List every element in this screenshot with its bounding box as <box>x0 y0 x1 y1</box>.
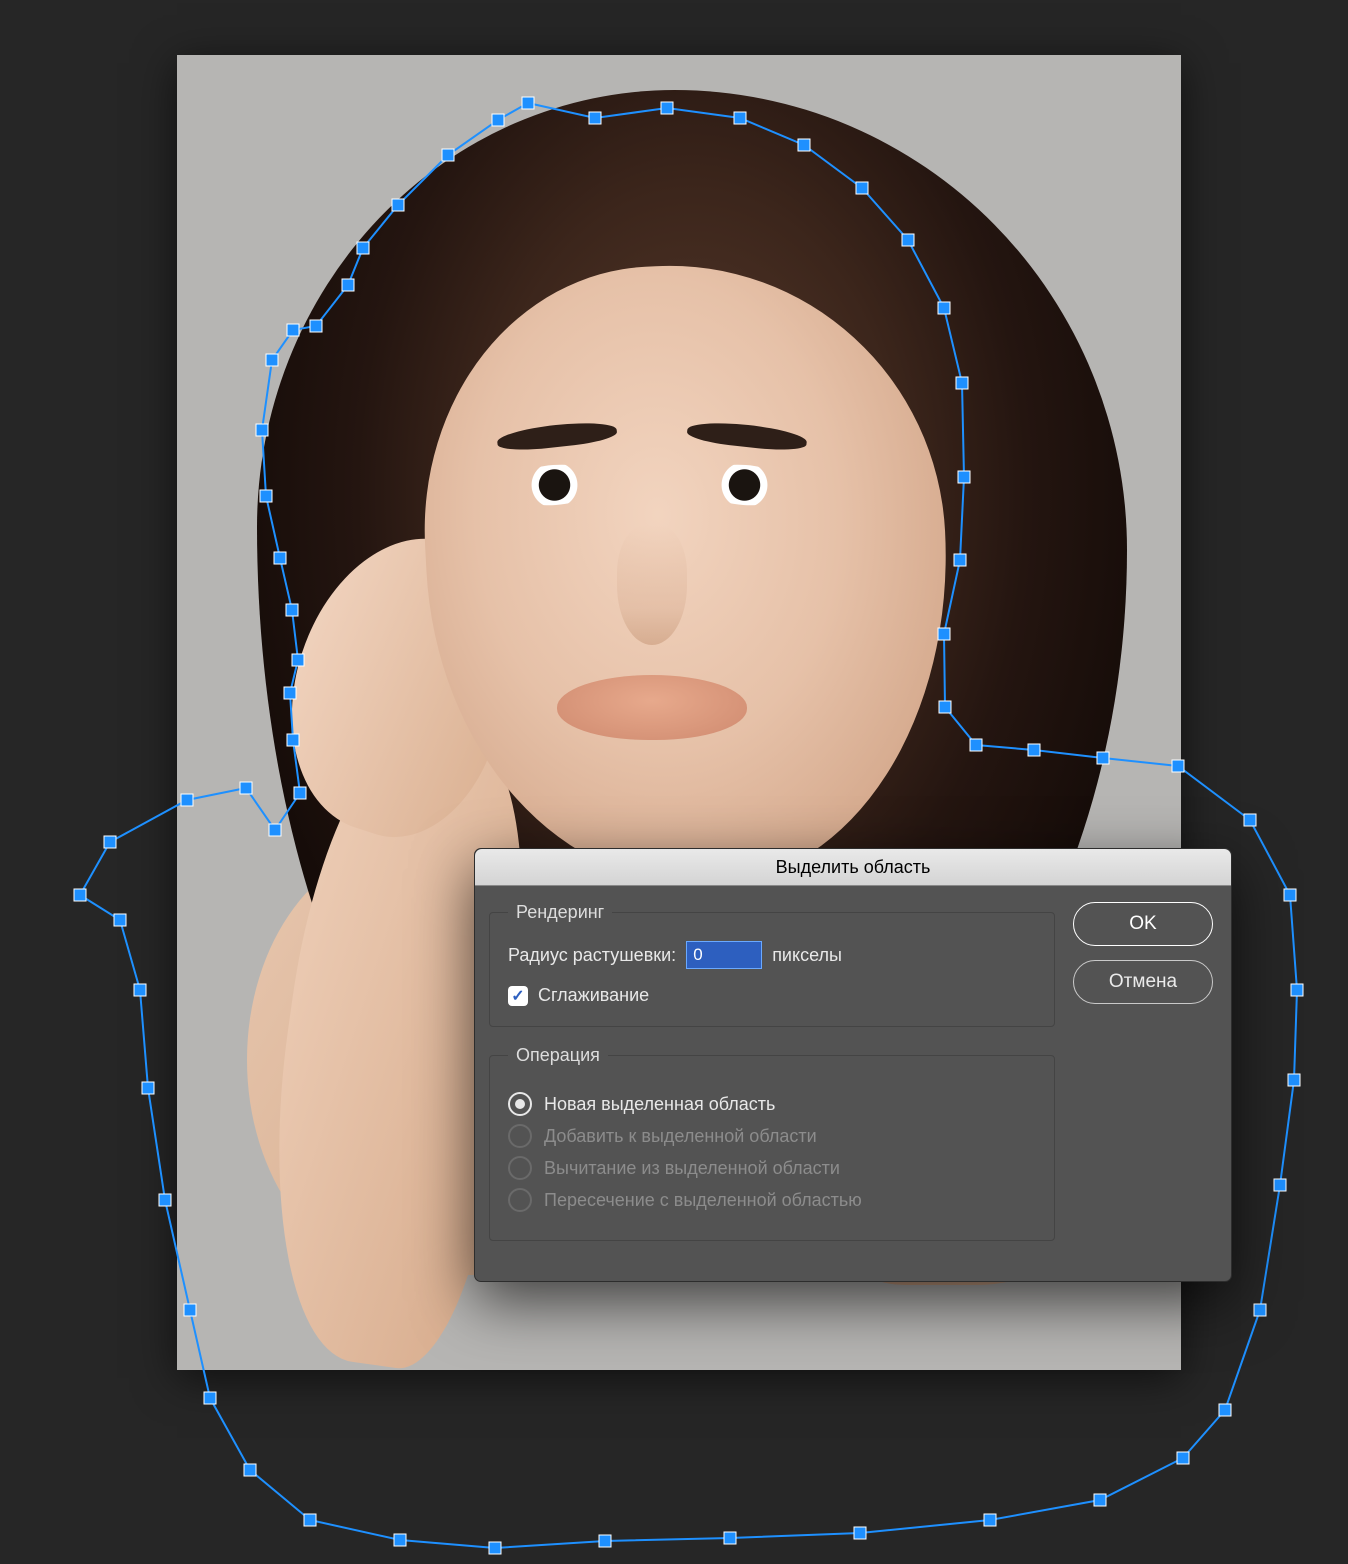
operation-option-2: Вычитание из выделенной области <box>508 1156 1036 1180</box>
anchor-point[interactable] <box>104 836 116 848</box>
rendering-group: Рендеринг Радиус растушевки: пикселы ✓ С… <box>489 902 1055 1027</box>
anchor-point[interactable] <box>1274 1179 1286 1191</box>
operation-option-0[interactable]: Новая выделенная область <box>508 1092 1036 1116</box>
anchor-point[interactable] <box>1244 814 1256 826</box>
anchor-point[interactable] <box>984 1514 996 1526</box>
operation-label-0: Новая выделенная область <box>544 1094 775 1115</box>
anchor-point[interactable] <box>244 1464 256 1476</box>
cancel-button[interactable]: Отмена <box>1073 960 1213 1004</box>
ok-button[interactable]: OK <box>1073 902 1213 946</box>
stage: Выделить область Рендеринг Радиус растуш… <box>0 0 1348 1564</box>
antialias-label: Сглаживание <box>538 985 649 1006</box>
anchor-point[interactable] <box>724 1532 736 1544</box>
anchor-point[interactable] <box>1288 1074 1300 1086</box>
anchor-point[interactable] <box>159 1194 171 1206</box>
anchor-point[interactable] <box>1219 1404 1231 1416</box>
anchor-point[interactable] <box>204 1392 216 1404</box>
operation-radio-0[interactable] <box>508 1092 532 1116</box>
rendering-legend: Рендеринг <box>508 902 612 923</box>
anchor-point[interactable] <box>134 984 146 996</box>
anchor-point[interactable] <box>114 914 126 926</box>
operation-radio-3 <box>508 1188 532 1212</box>
operation-radio-1 <box>508 1124 532 1148</box>
operation-option-1: Добавить к выделенной области <box>508 1124 1036 1148</box>
feather-radius-label: Радиус растушевки: <box>508 945 676 966</box>
feather-radius-input[interactable] <box>686 941 762 969</box>
anchor-point[interactable] <box>1094 1494 1106 1506</box>
operation-legend: Операция <box>508 1045 608 1066</box>
anchor-point[interactable] <box>304 1514 316 1526</box>
make-selection-dialog: Выделить область Рендеринг Радиус растуш… <box>474 848 1232 1282</box>
operation-label-3: Пересечение с выделенной областью <box>544 1190 862 1211</box>
anchor-point[interactable] <box>489 1542 501 1554</box>
anchor-point[interactable] <box>1177 1452 1189 1464</box>
anchor-point[interactable] <box>599 1535 611 1547</box>
anchor-point[interactable] <box>1284 889 1296 901</box>
feather-radius-unit: пикселы <box>772 945 842 966</box>
anchor-point[interactable] <box>1254 1304 1266 1316</box>
operation-group: Операция Новая выделенная область Добавит… <box>489 1045 1055 1241</box>
operation-label-2: Вычитание из выделенной области <box>544 1158 840 1179</box>
anchor-point[interactable] <box>142 1082 154 1094</box>
anchor-point[interactable] <box>854 1527 866 1539</box>
anchor-point[interactable] <box>394 1534 406 1546</box>
operation-radiogroup: Новая выделенная область Добавить к выдел… <box>508 1092 1036 1212</box>
operation-label-1: Добавить к выделенной области <box>544 1126 817 1147</box>
antialias-checkbox[interactable]: ✓ <box>508 986 528 1006</box>
anchor-point[interactable] <box>74 889 86 901</box>
operation-radio-2 <box>508 1156 532 1180</box>
anchor-point[interactable] <box>1291 984 1303 996</box>
dialog-title[interactable]: Выделить область <box>475 849 1231 886</box>
operation-option-3: Пересечение с выделенной областью <box>508 1188 1036 1212</box>
